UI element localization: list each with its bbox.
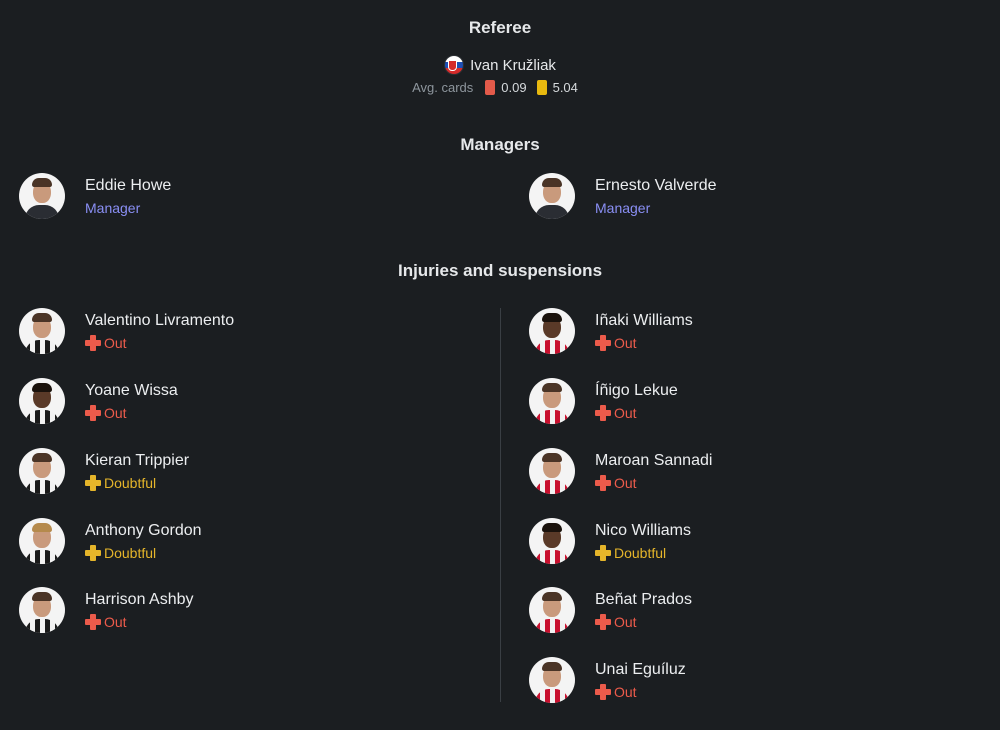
player-avatar	[19, 378, 65, 424]
status-label: Out	[104, 405, 127, 421]
injury-item[interactable]: Nico Williams Doubtful	[529, 518, 949, 566]
player-avatar	[529, 518, 575, 564]
injury-item[interactable]: Maroan Sannadi Out	[529, 448, 949, 496]
player-name: Anthony Gordon	[85, 522, 202, 539]
manager-name: Eddie Howe	[85, 177, 172, 194]
status-badge: Out	[85, 614, 127, 630]
injury-item[interactable]: Beñat Prados Out	[529, 587, 949, 635]
plus-icon	[595, 475, 611, 491]
plus-icon	[85, 475, 101, 491]
injury-item[interactable]: Iñaki Williams Out	[529, 308, 949, 356]
status-badge: Doubtful	[595, 545, 666, 561]
referee-title: Referee	[468, 18, 532, 37]
manager-name: Ernesto Valverde	[595, 177, 717, 194]
player-avatar	[529, 448, 575, 494]
referee-cards: Avg. cards 0.09 5.04	[0, 80, 1000, 95]
manager-home[interactable]: Eddie Howe Manager	[19, 173, 439, 221]
injury-item[interactable]: Valentino Livramento Out	[19, 308, 439, 356]
player-avatar	[529, 378, 575, 424]
status-badge: Out	[85, 405, 127, 421]
player-avatar	[529, 308, 575, 354]
lineup-info-panel: Referee Ivan Kružliak Avg. cards 0.09 5.…	[0, 0, 1000, 730]
manager-avatar	[529, 173, 575, 219]
avg-cards-label: Avg. cards	[412, 80, 474, 95]
status-badge: Out	[595, 684, 637, 700]
player-name: Maroan Sannadi	[595, 452, 713, 469]
status-label: Out	[614, 614, 637, 630]
injuries-title: Injuries and suspensions	[397, 261, 603, 280]
player-name: Yoane Wissa	[85, 382, 178, 399]
player-avatar	[529, 587, 575, 633]
status-badge: Doubtful	[85, 475, 156, 491]
team-divider	[500, 308, 501, 702]
plus-icon	[595, 684, 611, 700]
managers-title: Managers	[460, 135, 540, 154]
manager-role: Manager	[595, 200, 651, 216]
player-name: Unai Eguíluz	[595, 661, 686, 678]
status-badge: Out	[595, 405, 637, 421]
injury-item[interactable]: Anthony Gordon Doubtful	[19, 518, 439, 566]
player-name: Harrison Ashby	[85, 591, 194, 608]
status-badge: Out	[595, 335, 637, 351]
referee-name[interactable]: Ivan Kružliak	[470, 57, 556, 74]
plus-icon	[595, 545, 611, 561]
player-name: Valentino Livramento	[85, 312, 235, 329]
status-label: Doubtful	[614, 545, 667, 561]
plus-icon	[595, 405, 611, 421]
plus-icon	[85, 335, 101, 351]
manager-role: Manager	[85, 200, 141, 216]
yellow-card-icon	[536, 80, 547, 95]
red-card-avg: 0.09	[501, 80, 527, 95]
status-badge: Out	[595, 475, 637, 491]
player-avatar	[19, 308, 65, 354]
injury-item[interactable]: Yoane Wissa Out	[19, 378, 439, 426]
status-label: Out	[104, 614, 127, 630]
plus-icon	[85, 545, 101, 561]
player-avatar	[19, 448, 65, 494]
injury-item[interactable]: Unai Eguíluz Out	[529, 657, 949, 705]
status-label: Out	[614, 684, 637, 700]
player-name: Nico Williams	[595, 522, 691, 539]
player-name: Beñat Prados	[595, 591, 692, 608]
status-badge: Out	[595, 614, 637, 630]
status-label: Doubtful	[104, 475, 157, 491]
injury-item[interactable]: Íñigo Lekue Out	[529, 378, 949, 426]
status-badge: Doubtful	[85, 545, 156, 561]
status-badge: Out	[85, 335, 127, 351]
plus-icon	[85, 405, 101, 421]
status-label: Out	[104, 335, 127, 351]
status-label: Doubtful	[104, 545, 157, 561]
manager-away[interactable]: Ernesto Valverde Manager	[529, 173, 949, 221]
red-card-icon	[485, 80, 496, 95]
injury-item[interactable]: Kieran Trippier Doubtful	[19, 448, 439, 496]
player-avatar	[19, 518, 65, 564]
player-avatar	[19, 587, 65, 633]
plus-icon	[595, 614, 611, 630]
player-name: Kieran Trippier	[85, 452, 190, 469]
plus-icon	[595, 335, 611, 351]
injury-item[interactable]: Harrison Ashby Out	[19, 587, 439, 635]
player-avatar	[529, 657, 575, 703]
referee-row: Ivan Kružliak	[0, 55, 1000, 75]
player-name: Íñigo Lekue	[595, 382, 678, 399]
plus-icon	[85, 614, 101, 630]
status-label: Out	[614, 335, 637, 351]
manager-avatar	[19, 173, 65, 219]
player-name: Iñaki Williams	[595, 312, 693, 329]
status-label: Out	[614, 405, 637, 421]
yellow-card-avg: 5.04	[552, 80, 578, 95]
status-label: Out	[614, 475, 637, 491]
slovakia-flag-icon	[444, 55, 465, 75]
